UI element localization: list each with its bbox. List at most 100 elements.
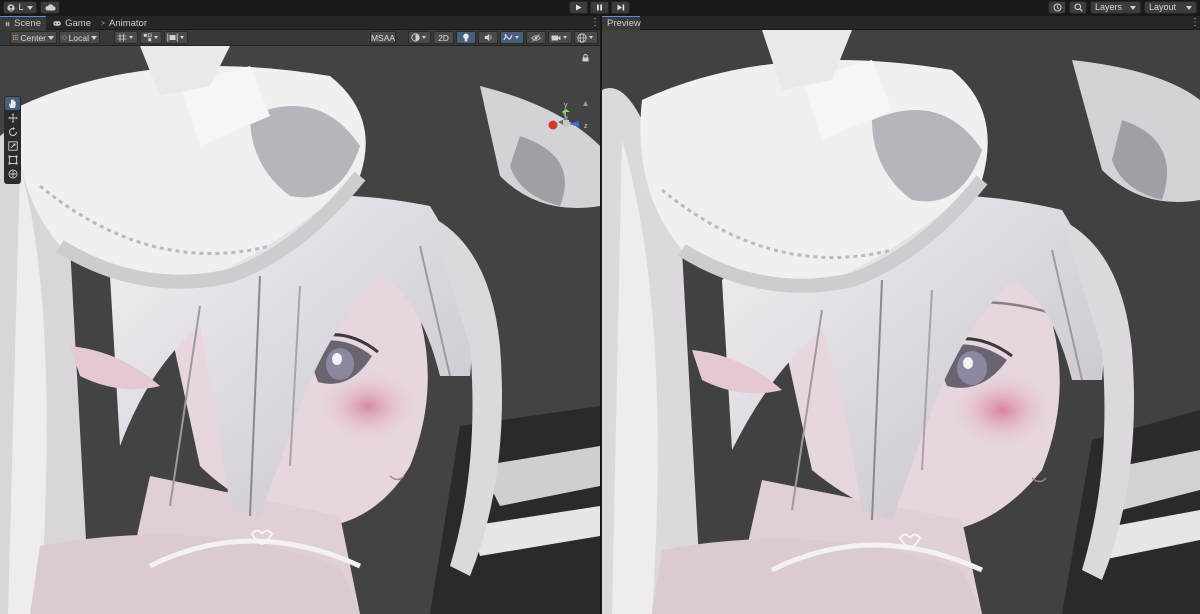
audio-toggle[interactable] [478, 31, 498, 44]
grid-icon [5, 21, 10, 26]
scene-tabbar: Scene Game Animator ⋮ [0, 16, 600, 30]
play-button[interactable] [569, 1, 588, 14]
scene-tab-menu-icon[interactable]: ⋮ [590, 17, 600, 29]
msaa-button[interactable]: MSAA [370, 31, 396, 44]
camera-settings-dropdown[interactable] [548, 31, 572, 44]
account-dropdown[interactable]: L [3, 1, 37, 14]
layout-dropdown[interactable]: Layout [1144, 1, 1197, 14]
gizmos-dropdown[interactable] [574, 31, 598, 44]
gizmo-y-label: y [564, 102, 568, 109]
layers-label: Layers [1095, 2, 1123, 12]
chevron-down-icon [422, 36, 426, 39]
search-icon [1073, 3, 1083, 12]
layout-label: Layout [1149, 2, 1177, 12]
2d-toggle[interactable]: 2D [433, 31, 454, 44]
local-space-icon [62, 35, 67, 40]
tab-preview-label: Preview [607, 18, 641, 29]
grid-snap-dropdown[interactable] [114, 31, 138, 44]
scene-toolbar: Center Local MSAA 2D [0, 30, 600, 46]
preview-render [602, 30, 1200, 614]
align-dropdown[interactable] [164, 31, 188, 44]
app-toolbar: L Layers Layout [0, 0, 1200, 16]
2d-label: 2D [438, 32, 449, 43]
rect-transform-icon [8, 155, 17, 164]
preview-tab-menu-icon[interactable]: ⋮ [1190, 17, 1200, 29]
msaa-label: MSAA [370, 32, 396, 43]
effects-icon [503, 34, 513, 41]
effects-dropdown[interactable] [500, 31, 524, 44]
chevron-down-icon [1130, 5, 1136, 10]
pivot-mode-dropdown[interactable]: Center [10, 31, 57, 44]
history-button[interactable] [1048, 1, 1066, 14]
tab-animator[interactable]: Animator [96, 16, 152, 30]
transform-icon [8, 169, 17, 178]
space-label: Local [68, 32, 89, 43]
tab-game[interactable]: Game [48, 16, 96, 30]
step-icon [617, 4, 624, 11]
gizmo-z-label: z [584, 123, 588, 130]
play-controls [569, 1, 630, 14]
chevron-down-icon [48, 35, 54, 40]
preview-tabbar: Preview ⋮ [602, 16, 1200, 30]
chevron-down-icon [91, 35, 97, 40]
lighting-toggle[interactable] [456, 31, 476, 44]
eye-slash-icon [531, 33, 541, 42]
scale-icon [7, 140, 18, 151]
tab-scene[interactable]: Scene [0, 16, 46, 30]
space-mode-dropdown[interactable]: Local [59, 31, 100, 44]
play-icon [576, 4, 582, 11]
move-tool[interactable] [5, 111, 20, 124]
snap-increment-dropdown[interactable] [140, 31, 162, 44]
history-icon [1053, 3, 1061, 12]
cloud-button[interactable] [40, 1, 60, 14]
lock-icon[interactable] [582, 54, 589, 62]
rotate-tool[interactable] [5, 125, 20, 138]
rotate-icon [8, 126, 17, 136]
pause-icon [597, 4, 602, 11]
chevron-down-icon [1186, 5, 1192, 10]
chevron-down-icon [563, 36, 567, 39]
transform-tool[interactable] [5, 167, 20, 180]
globe-icon [577, 32, 587, 43]
snap-icon [143, 33, 152, 42]
account-label: L [18, 2, 24, 12]
speaker-icon [484, 33, 492, 42]
shading-mode-dropdown[interactable] [408, 31, 431, 44]
cloud-icon [44, 4, 55, 11]
chevron-down-icon [26, 5, 33, 10]
chevron-down-icon [129, 36, 133, 39]
chevron-down-icon [589, 36, 593, 39]
pivot-icon [13, 34, 19, 41]
hand-tool[interactable] [5, 97, 20, 110]
lightbulb-icon [463, 33, 469, 42]
align-icon [167, 33, 178, 42]
chevron-down-icon [515, 36, 519, 39]
account-icon [7, 3, 16, 12]
tab-animator-label: Animator [108, 17, 147, 29]
orientation-gizmo[interactable]: y z [544, 100, 596, 138]
hand-icon [9, 98, 16, 108]
step-button[interactable] [611, 1, 630, 14]
scale-tool[interactable] [5, 139, 20, 152]
grid-snap-icon [117, 33, 127, 42]
scene-viewport[interactable]: y z [0, 46, 600, 614]
scene-visibility-toggle[interactable] [526, 31, 546, 44]
chevron-down-icon [180, 36, 184, 39]
camera-icon [551, 35, 561, 40]
move-arrows-icon [8, 113, 17, 122]
shading-sphere-icon [411, 33, 420, 42]
pause-button[interactable] [590, 1, 609, 14]
chevron-down-icon [154, 36, 158, 39]
search-button[interactable] [1069, 1, 1087, 14]
tab-preview[interactable]: Preview [602, 16, 641, 30]
animator-icon [101, 21, 105, 25]
preview-viewport[interactable] [602, 30, 1200, 614]
tab-scene-label: Scene [14, 18, 41, 29]
layers-dropdown[interactable]: Layers [1090, 1, 1141, 14]
tab-game-label: Game [65, 17, 91, 29]
rect-tool[interactable] [5, 153, 20, 166]
scene-tools-panel [4, 96, 21, 184]
gamepad-icon [53, 20, 61, 26]
scene-render [0, 46, 600, 614]
pivot-label: Center [20, 32, 46, 43]
